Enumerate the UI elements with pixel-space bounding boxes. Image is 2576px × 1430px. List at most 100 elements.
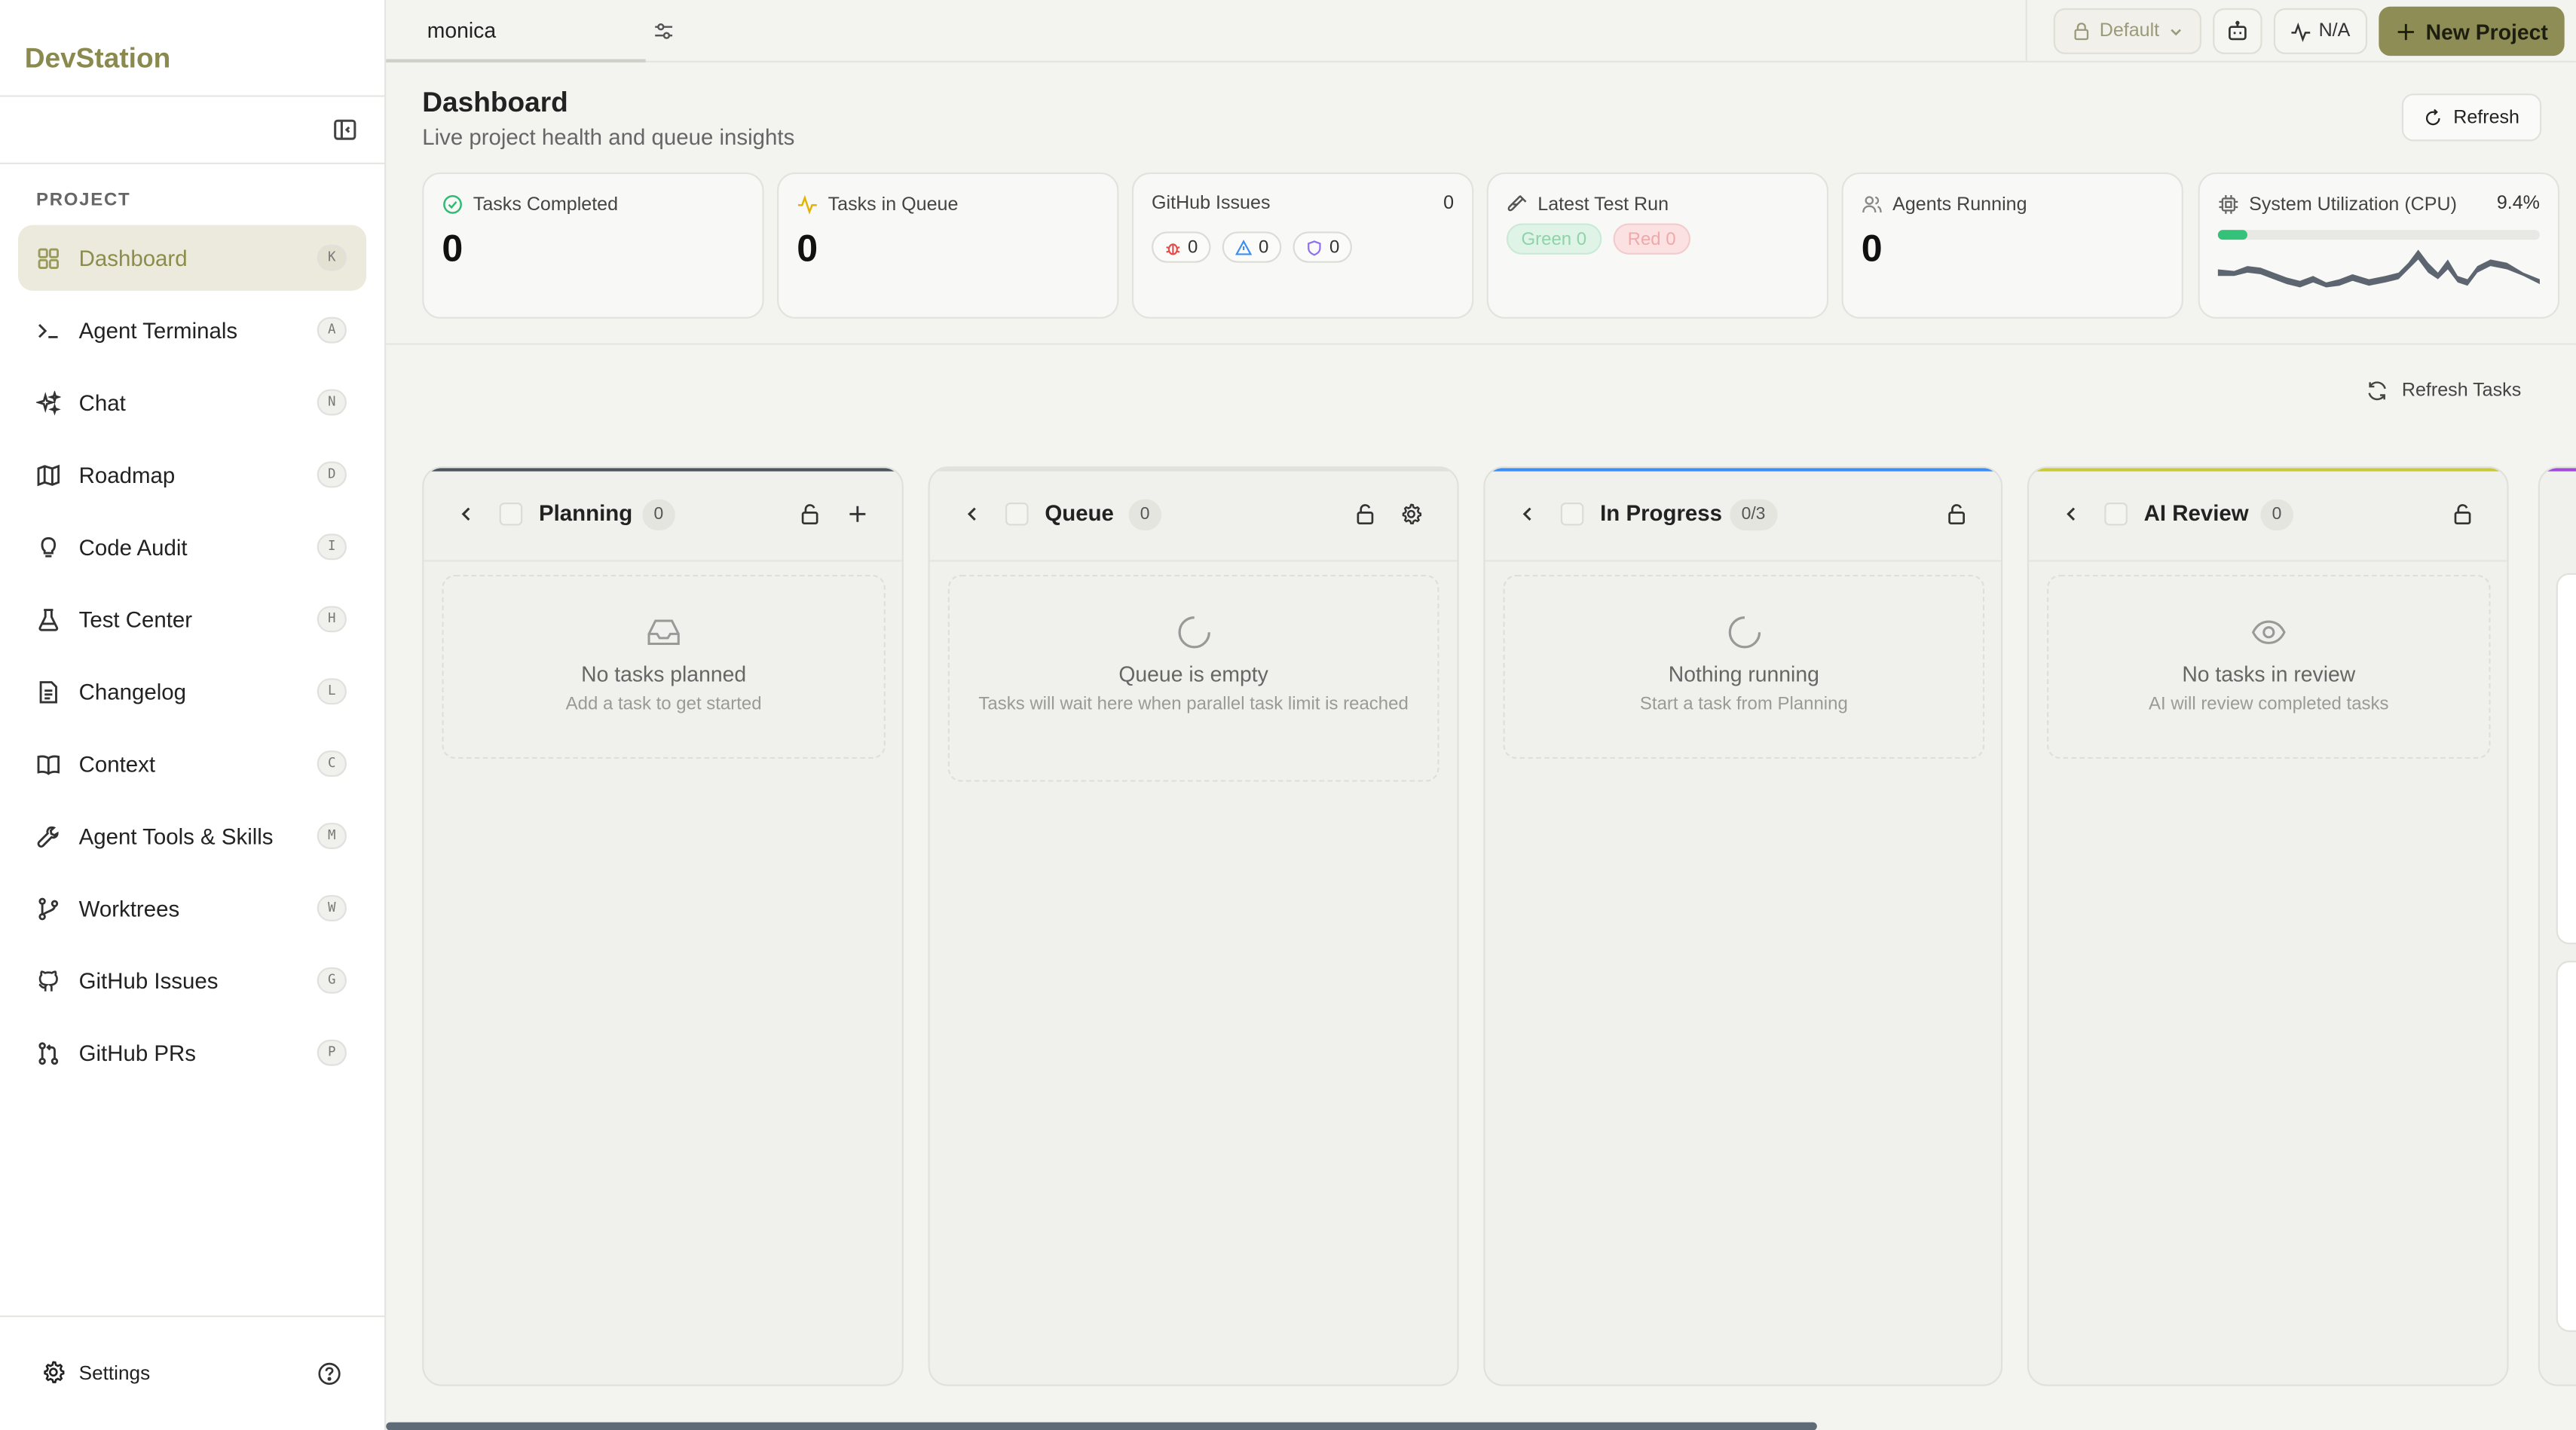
refresh-tasks-label: Refresh Tasks — [2401, 380, 2522, 401]
column-title: Planning — [538, 500, 633, 526]
shield-icon — [1306, 239, 1323, 255]
security-count-pill: 0 — [1293, 231, 1353, 263]
new-project-button[interactable]: New Project — [2378, 6, 2565, 57]
help-icon[interactable] — [317, 1361, 342, 1386]
sidebar-item-agent-tools-skills[interactable]: Agent Tools & Skills M — [18, 803, 366, 869]
test-result-pills: Green 0 Red 0 — [1506, 223, 1691, 255]
bug-icon — [1164, 239, 1181, 255]
chevron-left-icon[interactable] — [457, 504, 476, 524]
column-header: Planning 0 — [424, 468, 902, 562]
sidebar-item-label: Test Center — [78, 607, 193, 632]
unlock-icon[interactable] — [1354, 503, 1377, 526]
column-header: Queue 0 — [929, 468, 1458, 562]
chevron-left-icon[interactable] — [1518, 504, 1537, 524]
empty-state: Nothing running Start a task from Planni… — [1503, 574, 1985, 759]
sidebar-item-code-audit[interactable]: Code Audit I — [18, 514, 366, 579]
map-icon — [36, 463, 61, 487]
refresh-tasks-button[interactable]: Refresh Tasks — [2366, 380, 2521, 403]
cpu-progress-fill — [2217, 230, 2248, 240]
card-label: Latest Test Run — [1537, 194, 1669, 215]
page-subtitle: Live project health and queue insights — [422, 124, 795, 150]
empty-subtitle: Tasks will wait here when parallel task … — [978, 695, 1409, 715]
card-header: Tasks in Queue — [797, 194, 958, 215]
sidebar-item-test-center[interactable]: Test Center H — [18, 586, 366, 652]
loader-icon — [1726, 614, 1762, 650]
column-select-checkbox[interactable] — [499, 503, 523, 526]
card-total: 0 — [1443, 194, 1455, 214]
check-circle-icon — [442, 194, 463, 215]
tab-settings-icon[interactable] — [652, 20, 675, 43]
kanban-column-planning: Planning 0 No tasks planned Add a task t… — [422, 466, 904, 1386]
empty-subtitle: Start a task from Planning — [1639, 695, 1848, 715]
unlock-icon[interactable] — [2451, 503, 2474, 526]
task-card[interactable] — [2556, 573, 2576, 945]
activity-icon — [2291, 20, 2312, 41]
agent-button[interactable] — [2213, 8, 2263, 54]
agents-running-card: Agents Running 0 — [1841, 172, 2183, 319]
unlock-icon[interactable] — [798, 503, 821, 526]
sidebar-nav: Dashboard K Agent Terminals A Chat N Roa… — [17, 225, 367, 1092]
sidebar-item-roadmap[interactable]: Roadmap D — [18, 442, 366, 507]
sidebar-item-chat[interactable]: Chat N — [18, 369, 366, 435]
sidebar-item-github-issues[interactable]: GitHub Issues G — [18, 948, 366, 1013]
column-accent — [2539, 468, 2576, 472]
lightbulb-icon — [36, 535, 61, 560]
card-label: Tasks in Queue — [828, 194, 959, 215]
chevron-down-icon — [2169, 24, 2184, 39]
lock-icon — [2072, 21, 2091, 41]
plus-icon[interactable] — [846, 503, 870, 526]
chevron-left-icon[interactable] — [2062, 504, 2082, 524]
sidebar-item-context[interactable]: Context C — [18, 731, 366, 796]
empty-subtitle: AI will review completed tasks — [2149, 695, 2389, 715]
card-value: 0 — [442, 226, 463, 270]
sidebar-item-label: Roadmap — [78, 462, 176, 487]
sidebar-item-dashboard[interactable]: Dashboard K — [17, 225, 367, 291]
divider — [2025, 0, 2027, 63]
new-project-label: New Project — [2425, 19, 2548, 44]
settings-button[interactable]: Settings — [41, 1360, 150, 1385]
horizontal-scrollbar[interactable] — [386, 1422, 1817, 1430]
gear-icon[interactable] — [1400, 503, 1423, 526]
sidebar-item-label: Worktrees — [78, 896, 180, 921]
task-card[interactable] — [2556, 961, 2576, 1332]
column-select-checkbox[interactable] — [1005, 503, 1029, 526]
cpu-icon — [2218, 194, 2239, 215]
activity-status-button[interactable]: N/A — [2274, 8, 2367, 54]
terminal-icon — [36, 318, 61, 343]
plus-icon — [2394, 20, 2415, 41]
column-title: In Progress — [1600, 500, 1723, 526]
latest-test-run-card: Latest Test Run Green 0 Red 0 — [1486, 172, 1829, 319]
column-select-checkbox[interactable] — [1560, 503, 1584, 526]
card-value: 0 — [797, 226, 818, 270]
empty-title: Queue is empty — [1118, 662, 1268, 687]
eye-icon — [2250, 614, 2287, 650]
unlock-icon[interactable] — [1945, 503, 1969, 526]
sidebar-item-changelog[interactable]: Changelog L — [18, 658, 366, 724]
column-count: 0 — [642, 499, 675, 531]
sidebar-item-agent-terminals[interactable]: Agent Terminals A — [18, 298, 366, 363]
column-title: AI Review — [2143, 500, 2249, 526]
sidebar-item-github-prs[interactable]: GitHub PRs P — [18, 1020, 366, 1086]
system-utilization-card: System Utilization (CPU) 9.4% — [2198, 172, 2560, 319]
shortcut-key: C — [317, 750, 347, 778]
sidebar: DevStation PROJECT Dashboard K Agent Ter… — [0, 0, 387, 1430]
loader-icon — [1176, 614, 1212, 650]
empty-state: No tasks planned Add a task to get start… — [442, 574, 886, 759]
column-select-checkbox[interactable] — [2104, 503, 2128, 526]
activity-status-label: N/A — [2318, 21, 2351, 41]
sidebar-collapse-icon[interactable] — [332, 117, 358, 143]
sidebar-item-worktrees[interactable]: Worktrees W — [18, 875, 366, 941]
git-pull-request-icon — [36, 1040, 61, 1065]
warning-count-pill: 0 — [1222, 231, 1282, 263]
chevron-left-icon[interactable] — [962, 504, 982, 524]
file-text-icon — [36, 679, 61, 704]
shortcut-key: L — [317, 678, 347, 705]
card-header: GitHub Issues — [1152, 194, 1270, 213]
profile-select[interactable]: Default — [2053, 8, 2202, 54]
project-tab[interactable]: monica — [386, 0, 646, 63]
github-icon — [36, 968, 61, 993]
refresh-button[interactable]: Refresh — [2401, 93, 2542, 142]
security-count: 0 — [1329, 237, 1340, 258]
warning-count: 0 — [1258, 237, 1269, 258]
sidebar-item-label: Code Audit — [78, 534, 188, 560]
